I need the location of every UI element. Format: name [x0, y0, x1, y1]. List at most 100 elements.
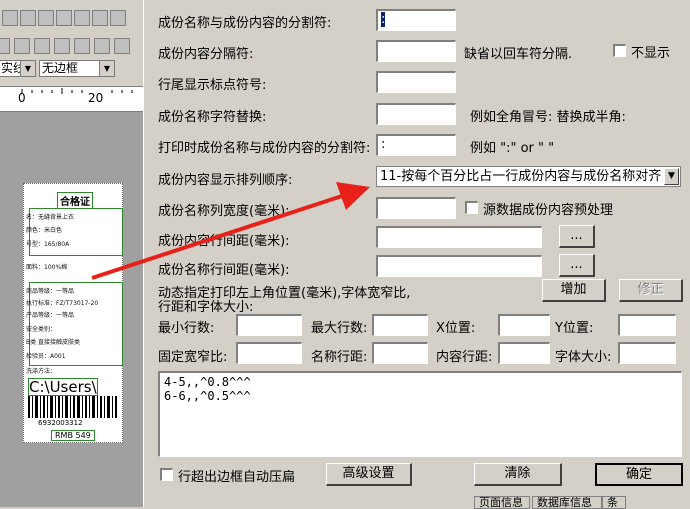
content-separator-label: 成份内容分隔符: — [158, 47, 254, 62]
content-line-spacing-input[interactable] — [498, 342, 550, 364]
content-separator-input[interactable] — [376, 40, 456, 62]
tab-page-info[interactable]: 页面信息 — [474, 496, 530, 509]
toolbar-icon[interactable] — [92, 10, 108, 26]
label-line: 号型：165/80A — [26, 241, 70, 248]
chevron-down-icon[interactable]: ▼ — [664, 168, 679, 185]
toolbar-icon[interactable] — [54, 38, 70, 54]
clear-button[interactable]: 清除 — [474, 463, 562, 486]
label-line: 颜色：米白色 — [26, 227, 63, 234]
barcode-number: 6932003312 — [38, 419, 83, 427]
toolbar-icon[interactable] — [94, 38, 110, 54]
max-rows-label: 最大行数: — [311, 321, 368, 336]
label-line: 产品等级：一等品 — [26, 312, 75, 319]
toolbar-icon[interactable] — [34, 38, 50, 54]
separator-input[interactable]: : — [376, 9, 456, 31]
font-size-label: 字体大小: — [555, 350, 612, 365]
order-select-value: 11-按每个百分比占一行成份内容与成份名称对齐 — [380, 169, 662, 184]
ok-button[interactable]: 确定 — [595, 463, 683, 486]
print-separator-label: 打印时成份名称与成份内容的分割符: — [158, 141, 371, 156]
border-style-value: 无边框 — [42, 61, 79, 75]
label-line: 执行标准：FZ/T73017-20 — [26, 300, 99, 307]
content-line-gap-input[interactable] — [376, 226, 542, 248]
toolbar-icon[interactable] — [38, 10, 54, 26]
toolbar-icon[interactable] — [2, 10, 18, 26]
name-line-spacing-input[interactable] — [372, 342, 428, 364]
name-line-gap-label: 成份名称行间距(毫米): — [158, 263, 290, 278]
max-rows-input[interactable] — [372, 314, 428, 336]
y-position-input[interactable] — [618, 314, 676, 336]
name-replace-input[interactable] — [376, 103, 456, 125]
name-col-width-input[interactable] — [376, 197, 456, 219]
barcode-text: C:\Users\ — [28, 378, 98, 396]
fixed-ratio-label: 固定宽窄比: — [158, 350, 228, 365]
chevron-down-icon[interactable]: ▼ — [20, 61, 35, 76]
label-preview[interactable]: 合格证 名：无缝背景上衣 颜色：米白色 号型：165/80A 面料：100%棉 … — [23, 183, 123, 443]
label-line: B类 直接接触皮肤类 — [26, 339, 81, 346]
content-line-spacing-label: 内容行距: — [436, 350, 493, 365]
barcode-graphic — [28, 396, 117, 418]
font-size-input[interactable] — [618, 342, 676, 364]
name-replace-hint: 例如全角冒号: 替换成半角: — [470, 110, 626, 125]
name-line-gap-browse-button[interactable]: ... — [559, 254, 595, 277]
advanced-settings-button[interactable]: 高级设置 — [326, 463, 412, 486]
separator-value: : — [381, 12, 386, 27]
label-line: 洗涤方法： — [26, 368, 57, 375]
add-button[interactable]: 增加 — [542, 279, 606, 302]
toolbar-icon[interactable] — [0, 38, 10, 54]
preprocess-label: 源数据成份内容预处理 — [483, 203, 614, 218]
line-end-punct-input[interactable] — [376, 71, 456, 93]
label-title: 合格证 — [57, 192, 93, 209]
auto-compress-label: 行超出边框自动压扁 — [178, 470, 296, 485]
chevron-down-icon[interactable]: ▼ — [99, 61, 114, 76]
print-separator-value: : — [381, 137, 386, 152]
toolbar-icon[interactable] — [20, 10, 36, 26]
min-rows-input[interactable] — [236, 314, 302, 336]
name-replace-label: 成份名称字符替换: — [158, 110, 267, 125]
x-position-label: X位置: — [436, 321, 476, 336]
content-separator-hint: 缺省以回车符分隔. — [464, 47, 573, 62]
label-line: 面料：100%棉 — [26, 264, 68, 271]
name-line-spacing-label: 名称行距: — [311, 350, 368, 365]
toolbar-icon[interactable] — [114, 38, 130, 54]
auto-compress-checkbox[interactable] — [160, 468, 173, 481]
name-line-gap-input[interactable] — [376, 255, 542, 277]
dynamic-position-label-2: 行距和字体大小: — [158, 300, 254, 315]
horizontal-ruler: 0 20 — [0, 86, 143, 112]
toolbar-icon[interactable] — [74, 38, 90, 54]
price-text: RMB 549 — [51, 430, 95, 441]
y-position-label: Y位置: — [555, 321, 594, 336]
label-line: 名：无缝背景上衣 — [26, 214, 75, 221]
hide-checkbox[interactable] — [613, 44, 626, 57]
tab-partial[interactable]: 条 — [602, 496, 626, 509]
toolbar-icon[interactable] — [74, 10, 90, 26]
preprocess-checkbox[interactable] — [465, 201, 478, 214]
toolbar-icon[interactable] — [56, 10, 72, 26]
name-col-width-label: 成份名称列宽度(毫米): — [158, 204, 290, 219]
modify-button[interactable]: 修正 — [619, 279, 683, 302]
content-line-gap-label: 成份内容行间距(毫米): — [158, 234, 290, 249]
toolbar-row-1 — [0, 8, 143, 28]
print-separator-input[interactable]: : — [376, 134, 456, 156]
line-end-punct-label: 行尾显示标点符号: — [158, 78, 267, 93]
order-label: 成份内容显示排列顺序: — [158, 173, 293, 188]
print-separator-hint: 例如 ":" or " " — [470, 141, 555, 156]
line-style-combo[interactable]: 实线 ▼ — [0, 60, 36, 77]
toolbar-icon[interactable] — [14, 38, 30, 54]
content-line-gap-browse-button[interactable]: ... — [559, 225, 595, 248]
hide-label: 不显示 — [631, 46, 671, 61]
position-list-textarea[interactable]: 4-5,,^0.8^^^ 6-6,,^0.5^^^ — [158, 371, 682, 457]
min-rows-label: 最小行数: — [158, 321, 215, 336]
label-line: 商品等级：一等品 — [26, 288, 75, 295]
ruler-label-20: 20 — [88, 91, 104, 105]
border-style-combo[interactable]: 无边框 ▼ — [39, 60, 115, 77]
order-select[interactable]: 11-按每个百分比占一行成份内容与成份名称对齐 ▼ — [376, 166, 681, 187]
fixed-ratio-input[interactable] — [236, 342, 302, 364]
toolbar-icon[interactable] — [110, 10, 126, 26]
tab-database-info[interactable]: 数据库信息 — [532, 496, 602, 509]
x-position-input[interactable] — [498, 314, 550, 336]
ruler-label-0: 0 — [18, 91, 26, 105]
label-line: 检验员：A001 — [26, 353, 66, 360]
toolbar-row-2 — [0, 36, 143, 56]
separator-label: 成份名称与成份内容的分割符: — [158, 16, 332, 31]
label-line: 安全类别： — [26, 326, 57, 333]
